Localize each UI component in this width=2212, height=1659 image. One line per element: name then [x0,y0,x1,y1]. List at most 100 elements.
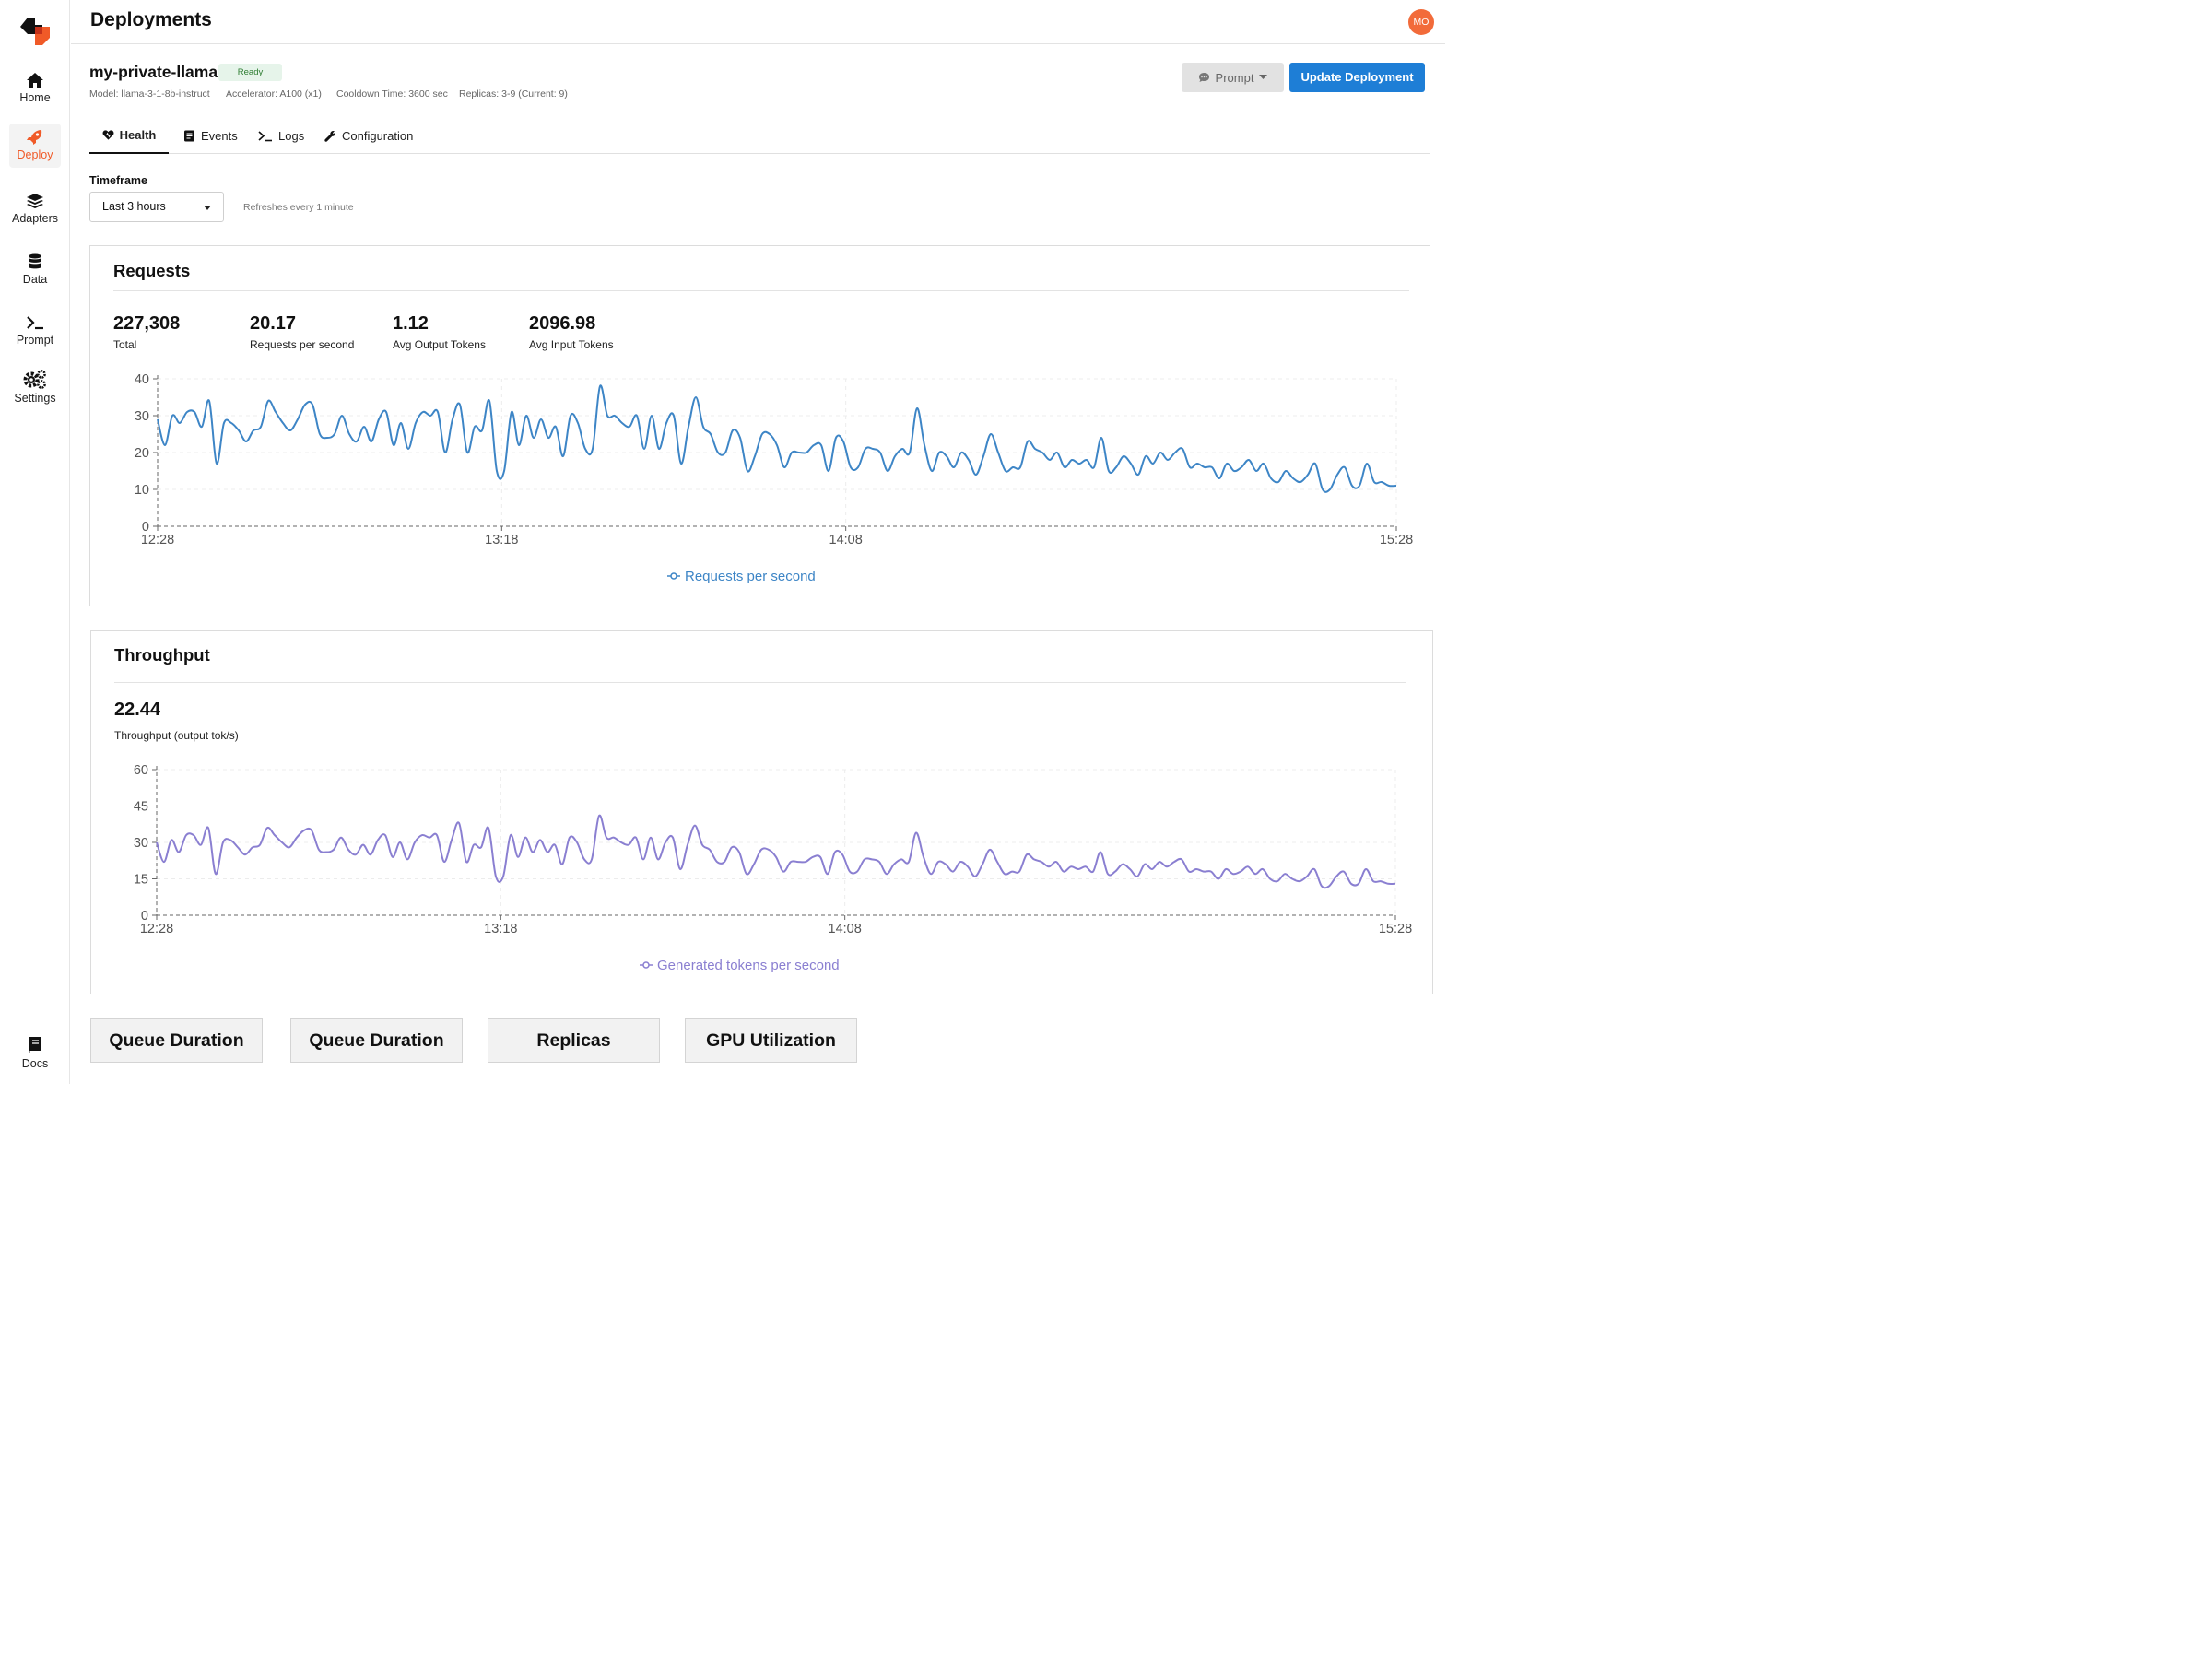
sidebar-item-prompt[interactable]: Prompt [9,309,61,353]
stat-throughput-value: 22.44 [114,700,161,720]
sidebar-item-label: Adapters [11,212,59,225]
requests-per-second-chart: 01020304012:28 13:18 14:08 15:28Requests pe… [135,372,1413,584]
cooldown-meta: Cooldown Time: 3600 sec [336,88,448,100]
chevron-down-icon [1259,75,1268,79]
page-title: Deployments [90,9,212,30]
events-icon [184,130,194,142]
timeframe-label: Timeframe [89,174,147,187]
stat-throughput-label: Throughput (output tok/s) [114,729,239,742]
stat-input-tokens-value: 2096.98 [529,313,596,334]
sidebar-item-docs[interactable]: Docs [9,1034,61,1078]
x-tick-label: 12:28 [141,533,174,547]
tab-logs[interactable]: Logs [258,118,304,154]
legend-label: Requests per second [685,569,816,584]
sidebar-item-label: Home [19,91,51,104]
x-tick-label: 13:18 [485,533,518,547]
x-tick-label: 12:28 [140,922,173,936]
sidebar: Home Deploy Adapters Data Prompt Setting… [0,0,70,1084]
replicas-meta: Replicas: 3-9 (Current: 9) [459,88,568,100]
tab-label: Health [119,128,157,142]
chart-legend[interactable]: Generated tokens per second [640,958,840,973]
sidebar-item-adapters[interactable]: Adapters [9,187,61,231]
requests-card-title: Requests [113,261,191,280]
avatar[interactable]: MO [1408,9,1434,35]
prompt-button-label: Prompt [1215,70,1254,85]
y-tick-label: 20 [135,446,149,461]
tab-configuration[interactable]: Configuration [324,118,413,154]
layers-icon [27,194,43,208]
sidebar-item-label: Prompt [16,334,54,347]
terminal-icon [258,131,272,142]
database-icon [29,253,41,269]
sidebar-item-home[interactable]: Home [9,66,61,111]
tab-health[interactable]: Health [89,118,169,154]
chart-legend[interactable]: Requests per second [667,569,816,584]
stat-output-tokens-value: 1.12 [393,313,429,334]
divider [114,682,1406,683]
x-tick-label: 13:18 [484,922,517,936]
y-tick-label: 60 [134,763,148,778]
stat-rps-value: 20.17 [250,313,297,334]
company-logo[interactable] [18,16,52,47]
refresh-note: Refreshes every 1 minute [243,202,354,213]
sidebar-item-data[interactable]: Data [9,248,61,292]
update-deployment-button[interactable]: Update Deployment [1289,63,1425,92]
y-tick-label: 45 [134,800,148,815]
x-tick-label: 14:08 [830,533,863,547]
heart-icon [102,130,114,140]
timeframe-select[interactable]: Last 3 hours [89,192,224,222]
series-line [157,384,1397,493]
gpu-utilization-section-button[interactable]: GPU Utilization [685,1018,857,1063]
generated-tokens-chart: 01530456012:28 13:18 14:08 15:28Generated t… [134,763,1412,973]
tab-events[interactable]: Events [183,118,238,154]
legend-label: Generated tokens per second [657,958,840,973]
model-meta: Model: llama-3-1-8b-instruct [89,88,210,100]
terminal-icon [27,316,43,330]
replicas-section-button[interactable]: Replicas [488,1018,660,1063]
rocket-icon [27,130,42,145]
home-icon [27,73,43,88]
y-tick-label: 30 [134,836,148,851]
stat-total-label: Total [113,338,137,351]
gears-icon [23,370,46,389]
series-line [156,814,1396,889]
deployment-name: my-private-llama [89,63,218,81]
top-bar: Deployments MO [71,0,1445,44]
tab-bar: Health Events Logs Configuration [89,118,1430,154]
sidebar-item-label: Docs [21,1057,49,1070]
queue-duration-section-button[interactable]: Queue Duration [90,1018,263,1063]
queue-duration-section-button-2[interactable]: Queue Duration [290,1018,463,1063]
book-icon [28,1037,41,1053]
x-tick-label: 15:28 [1379,922,1412,936]
throughput-card: Throughput 22.44 Throughput (output tok/… [90,630,1433,994]
sidebar-item-deploy[interactable]: Deploy [9,124,61,168]
wrench-icon [324,131,335,142]
tab-label: Logs [278,129,305,143]
stat-input-tokens-label: Avg Input Tokens [529,338,614,351]
status-badge: Ready [218,64,282,81]
tab-label: Configuration [342,129,414,143]
throughput-card-title: Throughput [114,645,210,665]
requests-card: Requests 227,308 Total 20.17 Requests pe… [89,245,1430,606]
y-tick-label: 10 [135,483,149,498]
sidebar-item-label: Data [22,273,48,286]
chat-bubble-icon [1198,73,1209,82]
divider [113,290,1409,291]
legend-marker-icon [670,572,677,580]
timeframe-selected-value: Last 3 hours [102,200,166,213]
stat-total-value: 227,308 [113,313,181,334]
caret-down-icon [204,206,211,210]
sidebar-item-settings[interactable]: Settings [9,369,61,413]
prompt-button[interactable]: Prompt [1182,63,1284,92]
accelerator-meta: Accelerator: A100 (x1) [226,88,322,100]
x-tick-label: 15:28 [1380,533,1413,547]
y-tick-label: 30 [135,409,149,424]
stat-rps-label: Requests per second [250,338,355,351]
legend-marker-icon [642,961,650,969]
sidebar-item-label: Deploy [17,148,53,161]
sidebar-item-label: Settings [14,392,56,405]
x-tick-label: 14:08 [829,922,862,936]
y-tick-label: 15 [134,873,148,888]
stat-output-tokens-label: Avg Output Tokens [393,338,486,351]
y-tick-label: 40 [135,372,149,387]
